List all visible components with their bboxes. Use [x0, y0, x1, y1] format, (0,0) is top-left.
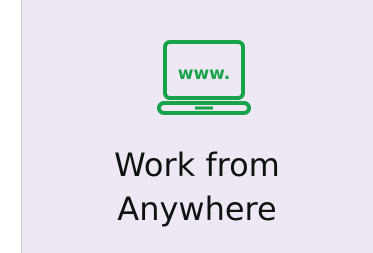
laptop-www-icon: www. [157, 40, 251, 115]
tile-title-line2: Anywhere [117, 190, 277, 228]
laptop-screen-text: www. [178, 64, 231, 84]
tile-title-line1: Work from [114, 146, 280, 184]
tile-title: Work from Anywhere [22, 143, 372, 231]
work-from-anywhere-tile[interactable]: www. Work from Anywhere [21, 0, 373, 253]
